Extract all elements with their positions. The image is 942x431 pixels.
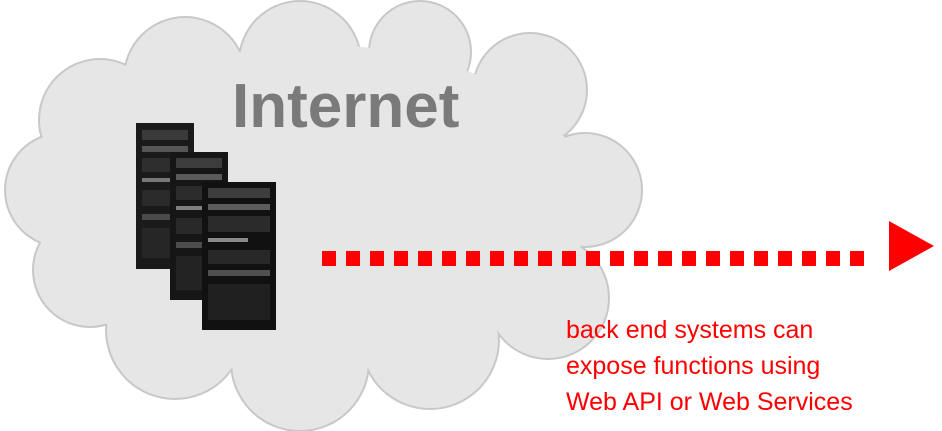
arrow-dash [826,251,840,266]
arrow-dash [706,251,720,266]
arrow-dash [394,251,408,266]
arrow-dash [490,251,504,266]
arrow-dash [322,251,336,266]
arrow-dash [610,251,624,266]
arrow-dash [586,251,600,266]
arrow-dash [802,251,816,266]
arrow-dash [634,251,648,266]
arrow-dash [466,251,480,266]
arrow-dash [778,251,792,266]
internet-cloud-shape [4,0,643,431]
cloud-title: Internet [232,72,460,141]
arrow-head [889,221,934,271]
server-rack-front [202,182,276,330]
arrow-dash [442,251,456,266]
caption-line: Web API or Web Services [566,388,853,416]
arrow-dash [682,251,696,266]
arrow-dash [538,251,552,266]
caption-line: back end systems can [566,316,814,344]
arrow-dash [850,251,864,266]
arrow-dash [562,251,576,266]
arrow-dash [418,251,432,266]
arrow-dash [514,251,528,266]
arrow-dash [730,251,744,266]
arrow-dash [754,251,768,266]
arrow-dots [322,251,864,266]
caption: back end systems can expose functions us… [566,312,853,420]
arrow-dash [370,251,384,266]
arrow-dash [658,251,672,266]
caption-line: expose functions using [566,352,821,380]
arrow-dash [346,251,360,266]
